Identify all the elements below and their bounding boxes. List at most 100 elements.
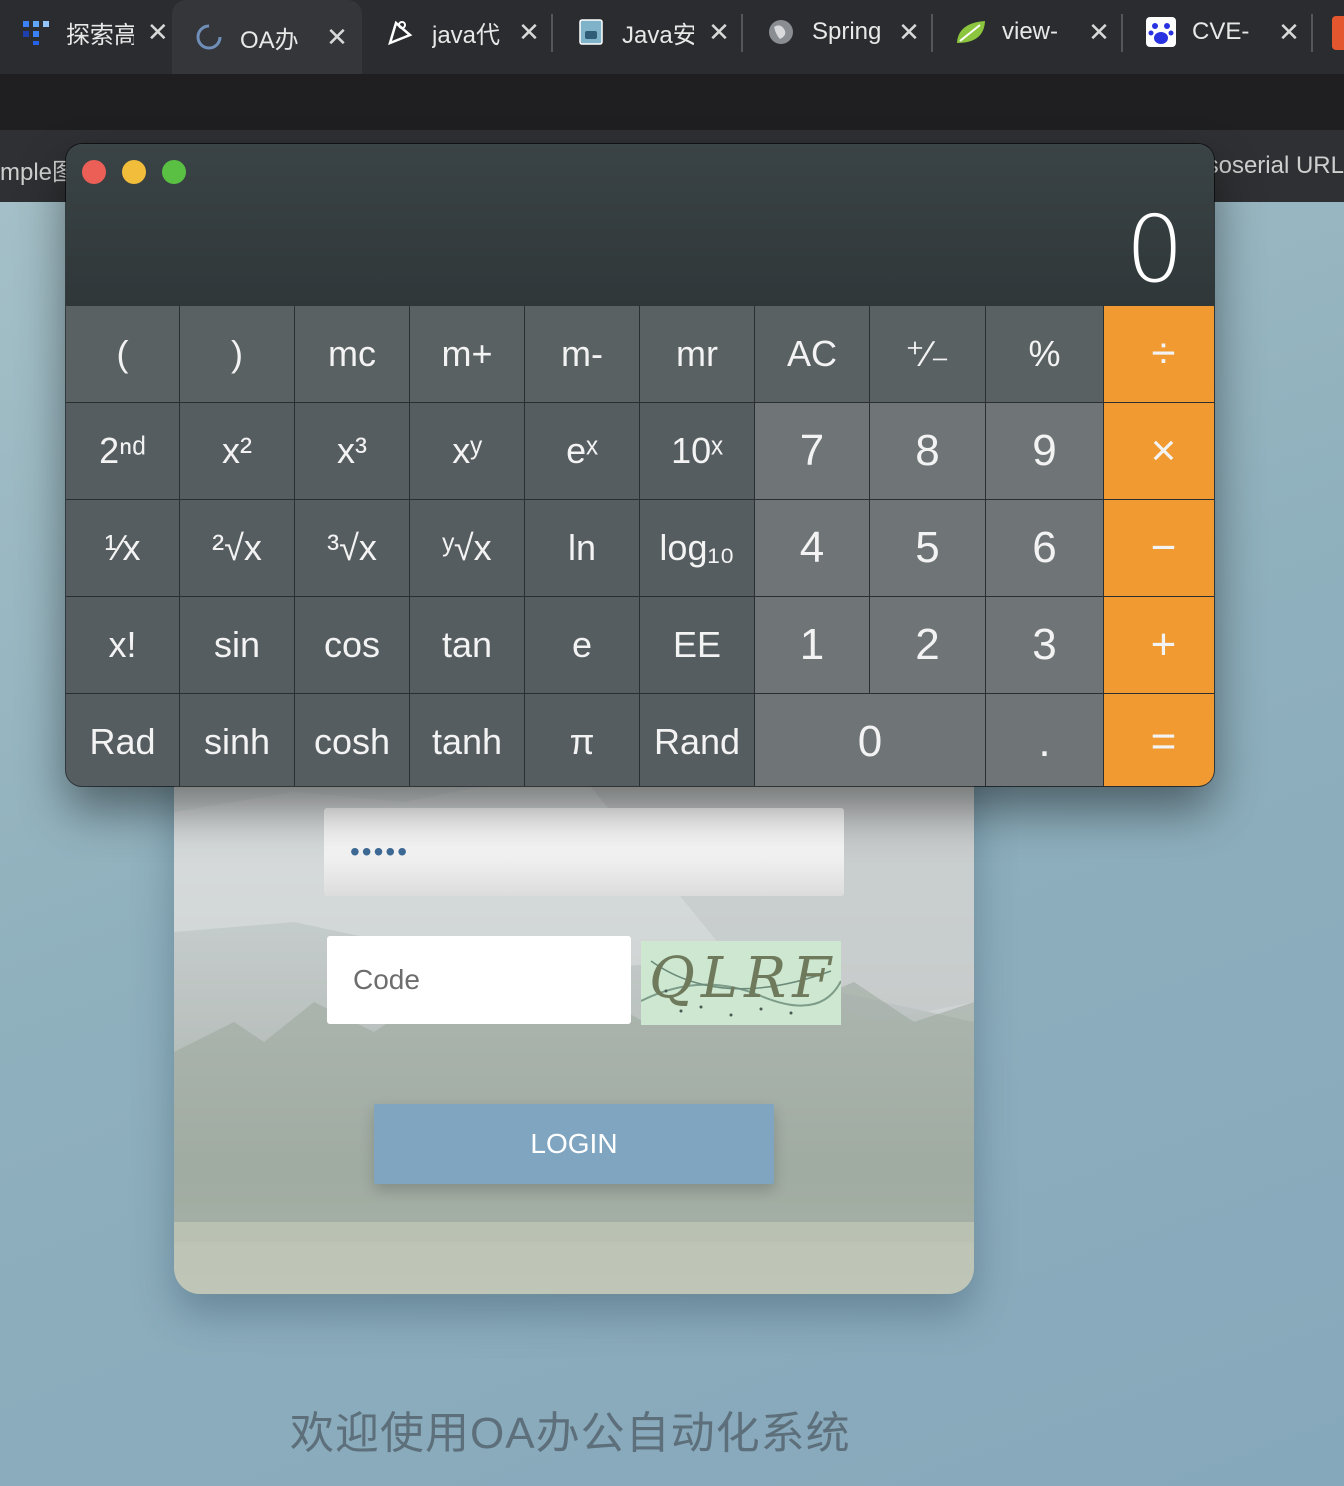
tab-oa[interactable]: OA办 ✕ bbox=[172, 0, 362, 74]
key-tanh[interactable]: tanh bbox=[410, 694, 524, 786]
key-nine[interactable]: 9 bbox=[986, 403, 1103, 499]
key-m-plus[interactable]: m+ bbox=[410, 306, 524, 402]
key-five[interactable]: 5 bbox=[870, 500, 985, 596]
key-eight[interactable]: 8 bbox=[870, 403, 985, 499]
key-divide[interactable]: ÷ bbox=[1104, 306, 1214, 402]
key-decimal[interactable]: . bbox=[986, 694, 1103, 786]
close-icon[interactable]: ✕ bbox=[1086, 17, 1112, 48]
key-e-to-x[interactable]: eˣ bbox=[525, 403, 639, 499]
key-six[interactable]: 6 bbox=[986, 500, 1103, 596]
key-mr[interactable]: mr bbox=[640, 306, 754, 402]
calculator-keypad: () mc m+ m-mr AC ⁺∕₋% ÷ 2ⁿᵈ x² x³ xʸ eˣ 10ˣ 7 8 9 × ¹∕x ²√… bbox=[66, 306, 1214, 786]
key-cosh[interactable]: cosh bbox=[295, 694, 409, 786]
key-ee[interactable]: EE bbox=[640, 597, 754, 693]
tab-title: Java安 bbox=[622, 21, 694, 49]
browser-toolbar bbox=[0, 74, 1344, 130]
tab-title: 探索高 bbox=[65, 21, 134, 49]
key-mc[interactable]: mc bbox=[295, 306, 409, 402]
key-all-clear[interactable]: AC bbox=[755, 306, 869, 402]
close-window-button[interactable] bbox=[82, 160, 106, 184]
password-field[interactable]: ••••• bbox=[324, 808, 844, 896]
tab-partial-icon[interactable] bbox=[1332, 16, 1344, 50]
bookmark-item[interactable]: soserial URL bbox=[1207, 152, 1344, 180]
tab-separator bbox=[931, 14, 933, 52]
key-pi[interactable]: π bbox=[525, 694, 639, 786]
tab-separator bbox=[741, 14, 743, 52]
tab-separator bbox=[1311, 14, 1313, 52]
tab-title: view- bbox=[1002, 18, 1059, 45]
tab-separator bbox=[551, 14, 553, 52]
key-cos[interactable]: cos bbox=[295, 597, 409, 693]
zoom-window-button[interactable] bbox=[162, 160, 186, 184]
tab-cve[interactable]: CVE- ✕ bbox=[1124, 0, 1310, 64]
key-x-squared[interactable]: x² bbox=[180, 403, 294, 499]
key-sinh[interactable]: sinh bbox=[180, 694, 294, 786]
welcome-text: 欢迎使用OA办公自动化系统 bbox=[290, 1409, 851, 1458]
baidu-paw-icon bbox=[1144, 15, 1178, 49]
key-multiply[interactable]: × bbox=[1104, 403, 1214, 499]
key-equals[interactable]: = bbox=[1104, 694, 1214, 786]
coffee-book-icon bbox=[574, 15, 608, 49]
tab-java-security[interactable]: Java安 ✕ bbox=[554, 0, 740, 64]
key-square-root[interactable]: ²√x bbox=[180, 500, 294, 596]
calculator-header: 0 bbox=[66, 144, 1214, 306]
grid-logo-icon bbox=[20, 15, 52, 49]
key-zero[interactable]: 0 bbox=[755, 694, 985, 786]
close-icon[interactable]: ✕ bbox=[146, 17, 170, 48]
key-open-paren[interactable]: ( bbox=[66, 306, 179, 402]
key-second[interactable]: 2ⁿᵈ bbox=[66, 403, 179, 499]
loading-spinner-icon bbox=[192, 20, 226, 54]
key-ten-to-x[interactable]: 10ˣ bbox=[640, 403, 754, 499]
code-input[interactable]: Code bbox=[327, 936, 631, 1024]
key-reciprocal[interactable]: ¹∕x bbox=[66, 500, 179, 596]
close-icon[interactable]: ✕ bbox=[896, 17, 922, 48]
close-icon[interactable]: ✕ bbox=[1276, 17, 1302, 48]
key-percent[interactable]: % bbox=[986, 306, 1103, 402]
key-close-paren[interactable]: ) bbox=[180, 306, 294, 402]
captcha-text: QLRF bbox=[649, 946, 837, 1011]
key-sin[interactable]: sin bbox=[180, 597, 294, 693]
calculator-display: 0 bbox=[1125, 196, 1184, 303]
key-cube-root[interactable]: ³√x bbox=[295, 500, 409, 596]
key-sign-toggle[interactable]: ⁺∕₋ bbox=[870, 306, 985, 402]
close-icon[interactable]: ✕ bbox=[516, 17, 542, 48]
calculator-window: 0 () mc m+ m-mr AC ⁺∕₋% ÷ 2ⁿᵈ x² x³ xʸ eˣ 10ˣ 7 8 9 × ¹∕x… bbox=[66, 144, 1214, 786]
key-m-minus[interactable]: m- bbox=[525, 306, 639, 402]
key-minus[interactable]: − bbox=[1104, 500, 1214, 596]
key-log10[interactable]: log₁₀ bbox=[640, 500, 754, 596]
bookmark-item[interactable]: mple图 bbox=[0, 152, 76, 187]
key-one[interactable]: 1 bbox=[755, 597, 869, 693]
close-icon[interactable]: ✕ bbox=[324, 22, 350, 53]
tab-title: OA办 bbox=[240, 26, 299, 54]
globe-icon bbox=[764, 15, 798, 49]
key-rad[interactable]: Rad bbox=[66, 694, 179, 786]
minimize-window-button[interactable] bbox=[122, 160, 146, 184]
login-button[interactable]: LOGIN bbox=[374, 1104, 774, 1184]
key-e[interactable]: e bbox=[525, 597, 639, 693]
key-two[interactable]: 2 bbox=[870, 597, 985, 693]
tab-separator bbox=[1121, 14, 1123, 52]
key-plus[interactable]: + bbox=[1104, 597, 1214, 693]
captcha-image[interactable]: QLRF bbox=[640, 941, 842, 1025]
key-tan[interactable]: tan bbox=[410, 597, 524, 693]
key-x-cubed[interactable]: x³ bbox=[295, 403, 409, 499]
tab-title: java代 bbox=[432, 21, 501, 49]
key-ln[interactable]: ln bbox=[525, 500, 639, 596]
pen-logo-icon bbox=[384, 15, 418, 49]
tab-view[interactable]: view- ✕ bbox=[934, 0, 1120, 64]
tab-title: Spring bbox=[812, 18, 882, 45]
key-rand[interactable]: Rand bbox=[640, 694, 754, 786]
tab-java-code[interactable]: java代 ✕ bbox=[364, 0, 550, 64]
key-x-to-y[interactable]: xʸ bbox=[410, 403, 524, 499]
tab-explore[interactable]: 探索高 ✕ bbox=[0, 0, 170, 64]
key-factorial[interactable]: x! bbox=[66, 597, 179, 693]
tab-title: CVE- bbox=[1192, 18, 1250, 45]
key-y-root[interactable]: ʸ√x bbox=[410, 500, 524, 596]
key-four[interactable]: 4 bbox=[755, 500, 869, 596]
tab-spring[interactable]: Spring ✕ bbox=[744, 0, 930, 64]
key-three[interactable]: 3 bbox=[986, 597, 1103, 693]
close-icon[interactable]: ✕ bbox=[706, 17, 732, 48]
browser-tab-strip: 探索高 ✕ OA办 ✕ java代 ✕ Java安 ✕ Spring ✕ vie… bbox=[0, 0, 1344, 74]
key-seven[interactable]: 7 bbox=[755, 403, 869, 499]
login-card: ••••• Code QLRF LOGIN bbox=[174, 722, 974, 1294]
